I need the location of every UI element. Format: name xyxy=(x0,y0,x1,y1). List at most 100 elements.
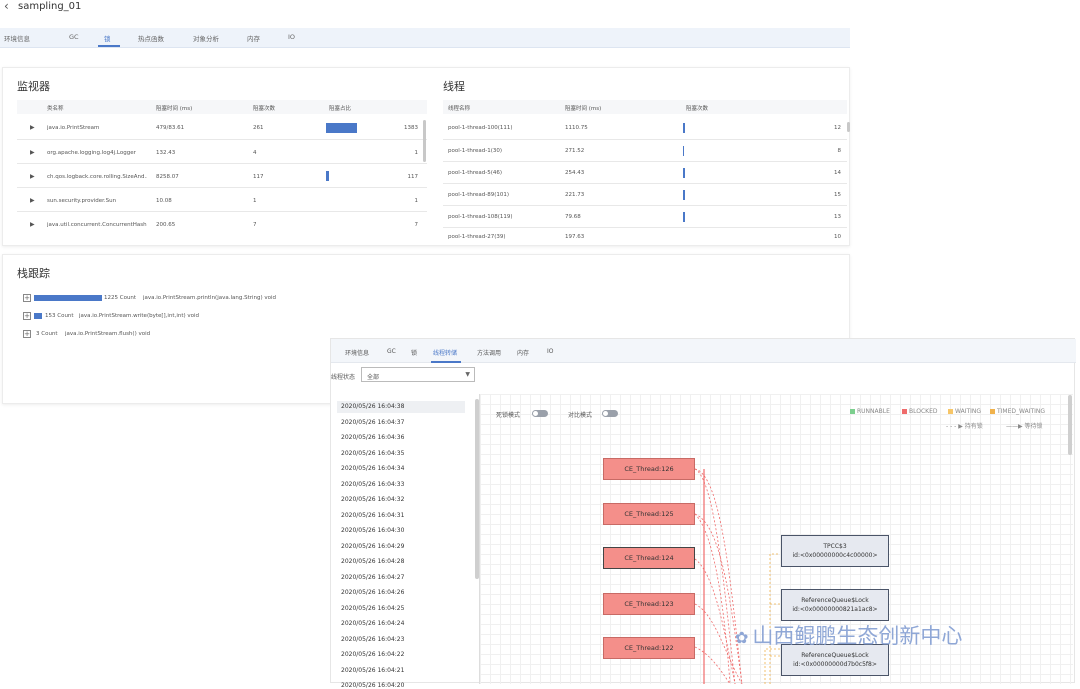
analysis-tabs-2: 环境信息 GC 锁 线程转储 方法调用 内存 IO xyxy=(331,339,1076,363)
cell-count: 10 xyxy=(834,234,841,239)
timestamp-item[interactable]: 2020/05/26 16:04:28 xyxy=(341,558,404,565)
tab-gc[interactable]: GC xyxy=(69,33,79,41)
stack-count: 153 Count xyxy=(45,313,74,319)
tab-memory[interactable]: 内存 xyxy=(517,348,529,357)
timestamp-item[interactable]: 2020/05/26 16:04:31 xyxy=(341,512,404,519)
tab-lock[interactable]: 锁 xyxy=(411,348,417,357)
divider xyxy=(17,163,427,164)
col-count[interactable]: 阻塞次数 xyxy=(253,104,275,112)
timestamp-item[interactable]: 2020/05/26 16:04:27 xyxy=(341,574,404,581)
timestamp-item[interactable]: 2020/05/26 16:04:38 xyxy=(341,403,404,410)
cell-thread: pool-1-thread-100(111) xyxy=(448,125,513,131)
monitor-header xyxy=(17,100,427,114)
lock-node[interactable]: ReferenceQueue$Lock id:<0x00000000821a1a… xyxy=(781,589,889,621)
cell-count: 4 xyxy=(253,150,257,156)
stack-count: 3 Count xyxy=(36,331,58,337)
cell-name: sun.security.provider.Sun xyxy=(47,198,117,204)
thread-node[interactable]: CE_Thread:125 xyxy=(603,503,695,525)
thread-dump-window: 环境信息 GC 锁 线程转储 方法调用 内存 IO 线程状态 全部 ▼ 2020… xyxy=(330,338,1076,689)
tab-lock[interactable]: 锁 xyxy=(104,33,111,43)
timestamp-item[interactable]: 2020/05/26 16:04:22 xyxy=(341,651,404,658)
expand-plus-icon[interactable]: + xyxy=(23,312,31,320)
expand-plus-icon[interactable]: + xyxy=(23,294,31,302)
cell-time: 271.52 xyxy=(565,148,585,154)
lock-node[interactable]: TPCC$3 id:<0x00000000c4c00000> xyxy=(781,535,889,567)
scrollbar[interactable] xyxy=(423,120,426,162)
count-bar xyxy=(683,146,684,156)
cell-count: 117 xyxy=(253,174,264,180)
tab-hot-func[interactable]: 热点函数 xyxy=(138,33,164,43)
threads-header xyxy=(443,100,847,114)
cell-thread: pool-1-thread-1(30) xyxy=(448,148,503,154)
divider xyxy=(443,227,847,228)
pct-bar xyxy=(326,123,357,133)
col-thread-count[interactable]: 阻塞次数 xyxy=(686,104,708,112)
cell-thread: pool-1-thread-5(46) xyxy=(448,170,503,176)
cell-count: 1 xyxy=(253,198,257,204)
cell-count: 7 xyxy=(253,222,257,228)
timestamp-item[interactable]: 2020/05/26 16:04:21 xyxy=(341,667,404,674)
chevron-down-icon: ▼ xyxy=(465,371,470,378)
divider xyxy=(17,211,427,212)
cell-name: org.apache.logging.log4j.Logger xyxy=(47,150,136,156)
timestamp-item[interactable]: 2020/05/26 16:04:33 xyxy=(341,481,404,488)
col-thread: 线程名称 xyxy=(448,106,471,112)
cell-time: 1110.75 xyxy=(565,125,588,131)
scrollbar[interactable] xyxy=(847,122,850,132)
expand-icon[interactable]: ▶ xyxy=(30,221,35,228)
tab-object[interactable]: 对象分析 xyxy=(193,33,219,43)
cell-thread: pool-1-thread-108(119) xyxy=(448,214,513,220)
cell-time: 254.43 xyxy=(565,170,585,176)
graph-scrollbar[interactable] xyxy=(1068,395,1072,455)
expand-plus-icon[interactable]: + xyxy=(23,330,31,338)
thread-node[interactable]: CE_Thread:124 xyxy=(603,547,695,569)
expand-icon[interactable]: ▶ xyxy=(30,124,35,131)
tab-gc[interactable]: GC xyxy=(387,348,396,355)
tab-thread-dump[interactable]: 线程转储 xyxy=(433,348,457,357)
select-value: 全部 xyxy=(367,374,380,381)
cell-time: 221.73 xyxy=(565,192,585,198)
active-tab-indicator xyxy=(98,45,120,47)
timestamp-item[interactable]: 2020/05/26 16:04:23 xyxy=(341,636,404,643)
col-thread-time[interactable]: 阻塞时间 (ms) xyxy=(565,104,601,112)
stack-count: 1225 Count xyxy=(104,295,137,301)
expand-icon[interactable]: ▶ xyxy=(30,173,35,180)
timestamp-item[interactable]: 2020/05/26 16:04:34 xyxy=(341,465,404,472)
tab-io[interactable]: IO xyxy=(288,33,295,41)
cell-pct: 7 xyxy=(414,222,419,228)
col-pct[interactable]: 阻塞占比 xyxy=(329,104,351,112)
divider xyxy=(443,139,847,140)
timestamp-item[interactable]: 2020/05/26 16:04:36 xyxy=(341,434,404,441)
timestamp-item[interactable]: 2020/05/26 16:04:35 xyxy=(341,450,404,457)
timestamp-item[interactable]: 2020/05/26 16:04:32 xyxy=(341,496,404,503)
col-time[interactable]: 阻塞时间 (ms) xyxy=(156,104,192,112)
timestamp-item[interactable]: 2020/05/26 16:04:29 xyxy=(341,543,404,550)
cell-time: 8258.07 xyxy=(156,174,179,180)
chevron-left-icon[interactable]: ‹ xyxy=(4,0,9,13)
timestamp-item[interactable]: 2020/05/26 16:04:24 xyxy=(341,620,404,627)
timestamp-item[interactable]: 2020/05/26 16:04:25 xyxy=(341,605,404,612)
lock-id: id:<0x00000000c4c00000> xyxy=(792,552,878,559)
tab-io[interactable]: IO xyxy=(547,348,554,355)
count-bar xyxy=(683,123,685,133)
timestamp-item[interactable]: 2020/05/26 16:04:26 xyxy=(341,589,404,596)
timestamp-item[interactable]: 2020/05/26 16:04:37 xyxy=(341,419,404,426)
thread-node[interactable]: CE_Thread:122 xyxy=(603,637,695,659)
tab-env[interactable]: 环境信息 xyxy=(4,33,30,43)
thread-node[interactable]: CE_Thread:126 xyxy=(603,458,695,480)
lock-name: ReferenceQueue$Lock xyxy=(801,652,869,659)
lock-id: id:<0x00000000d7b0c5f8> xyxy=(793,661,877,668)
thread-node[interactable]: CE_Thread:123 xyxy=(603,593,695,615)
tab-method[interactable]: 方法调用 xyxy=(477,348,501,357)
stack-method: java.io.PrintStream.write(byte[],int,int… xyxy=(79,313,200,319)
tab-memory[interactable]: 内存 xyxy=(247,33,260,43)
tab-env[interactable]: 环境信息 xyxy=(345,348,369,357)
expand-icon[interactable]: ▶ xyxy=(30,149,35,156)
state-select[interactable]: 全部 ▼ xyxy=(361,367,475,382)
cell-count: 15 xyxy=(834,192,841,198)
timestamp-item[interactable]: 2020/05/26 16:04:20 xyxy=(341,682,404,689)
cell-time: 200.65 xyxy=(156,222,176,228)
expand-icon[interactable]: ▶ xyxy=(30,197,35,204)
filter-label: 线程状态 xyxy=(331,374,356,381)
timestamp-item[interactable]: 2020/05/26 16:04:30 xyxy=(341,527,404,534)
